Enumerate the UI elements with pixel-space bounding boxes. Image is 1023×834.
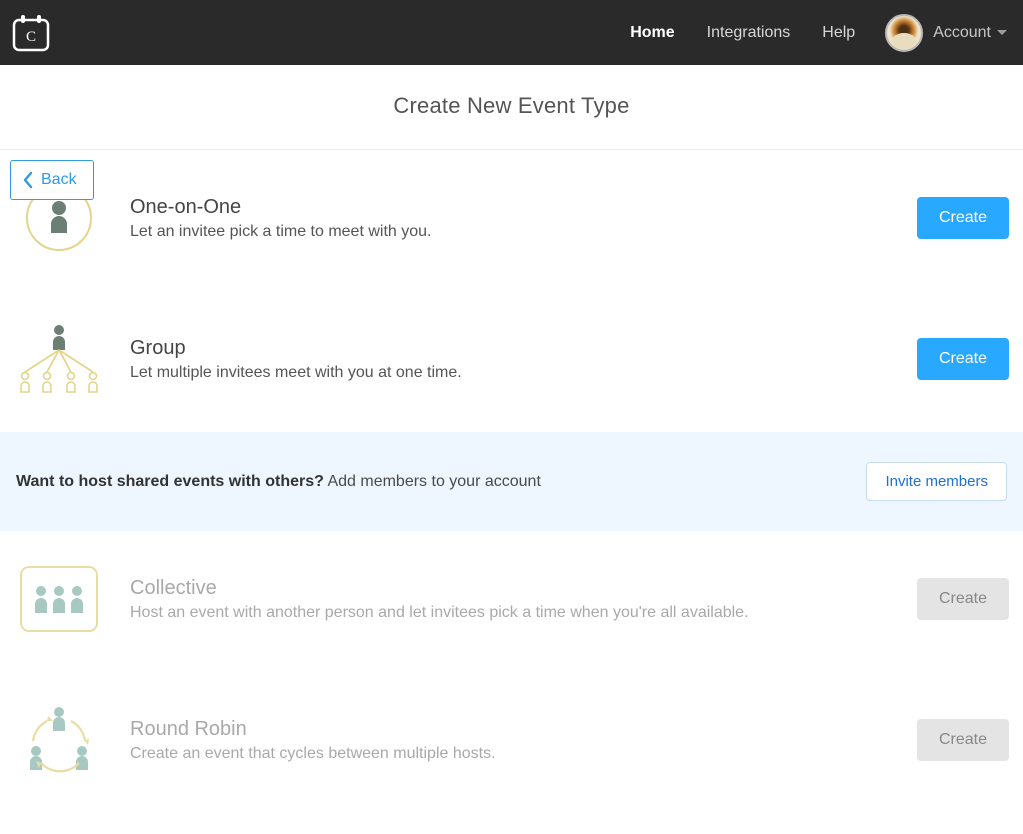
event-desc: Host an event with another person and le… [130, 604, 891, 622]
create-round-robin-button[interactable]: Create [917, 719, 1009, 761]
svg-text:C: C [26, 29, 36, 45]
shared-events-banner: Want to host shared events with others? … [0, 432, 1023, 531]
back-button[interactable]: Back [10, 160, 94, 200]
account-menu[interactable]: Account [885, 14, 1007, 52]
chevron-down-icon [997, 30, 1007, 35]
logo-icon[interactable]: C [10, 12, 52, 54]
event-type-collective: Collective Host an event with another pe… [0, 531, 1023, 667]
event-type-one-on-one: One-on-One Let an invitee pick a time to… [0, 150, 1023, 286]
create-one-on-one-button[interactable]: Create [917, 197, 1009, 239]
event-name: Round Robin [130, 718, 891, 741]
account-label: Account [933, 24, 1007, 42]
event-desc: Let multiple invitees meet with you at o… [130, 364, 891, 382]
account-text: Account [933, 24, 991, 42]
chevron-left-icon [23, 172, 33, 188]
event-type-round-robin: Round Robin Create an event that cycles … [0, 667, 1023, 813]
page-title: Create New Event Type [10, 93, 1013, 119]
event-name: Collective [130, 577, 891, 600]
invite-members-button[interactable]: Invite members [866, 462, 1007, 501]
back-label: Back [41, 171, 77, 189]
create-collective-button[interactable]: Create [917, 578, 1009, 620]
avatar [885, 14, 923, 52]
title-section: Back Create New Event Type [0, 65, 1023, 150]
event-name: Group [130, 337, 891, 360]
create-group-button[interactable]: Create [917, 338, 1009, 380]
round-robin-icon [19, 701, 99, 779]
shared-banner-rest: Add members to your account [324, 473, 541, 490]
event-name: One-on-One [130, 196, 891, 219]
event-desc: Let an invitee pick a time to meet with … [130, 223, 891, 241]
group-icon [14, 320, 104, 398]
event-type-group: Group Let multiple invitees meet with yo… [0, 286, 1023, 432]
nav-integrations[interactable]: Integrations [691, 24, 807, 42]
nav-home[interactable]: Home [614, 24, 690, 42]
top-nav-bar: C Home Integrations Help Account [0, 0, 1023, 65]
collective-icon [19, 565, 99, 633]
shared-banner-text: Want to host shared events with others? … [16, 473, 866, 491]
nav-help[interactable]: Help [806, 24, 871, 42]
shared-banner-bold: Want to host shared events with others? [16, 473, 324, 490]
event-desc: Create an event that cycles between mult… [130, 745, 891, 763]
